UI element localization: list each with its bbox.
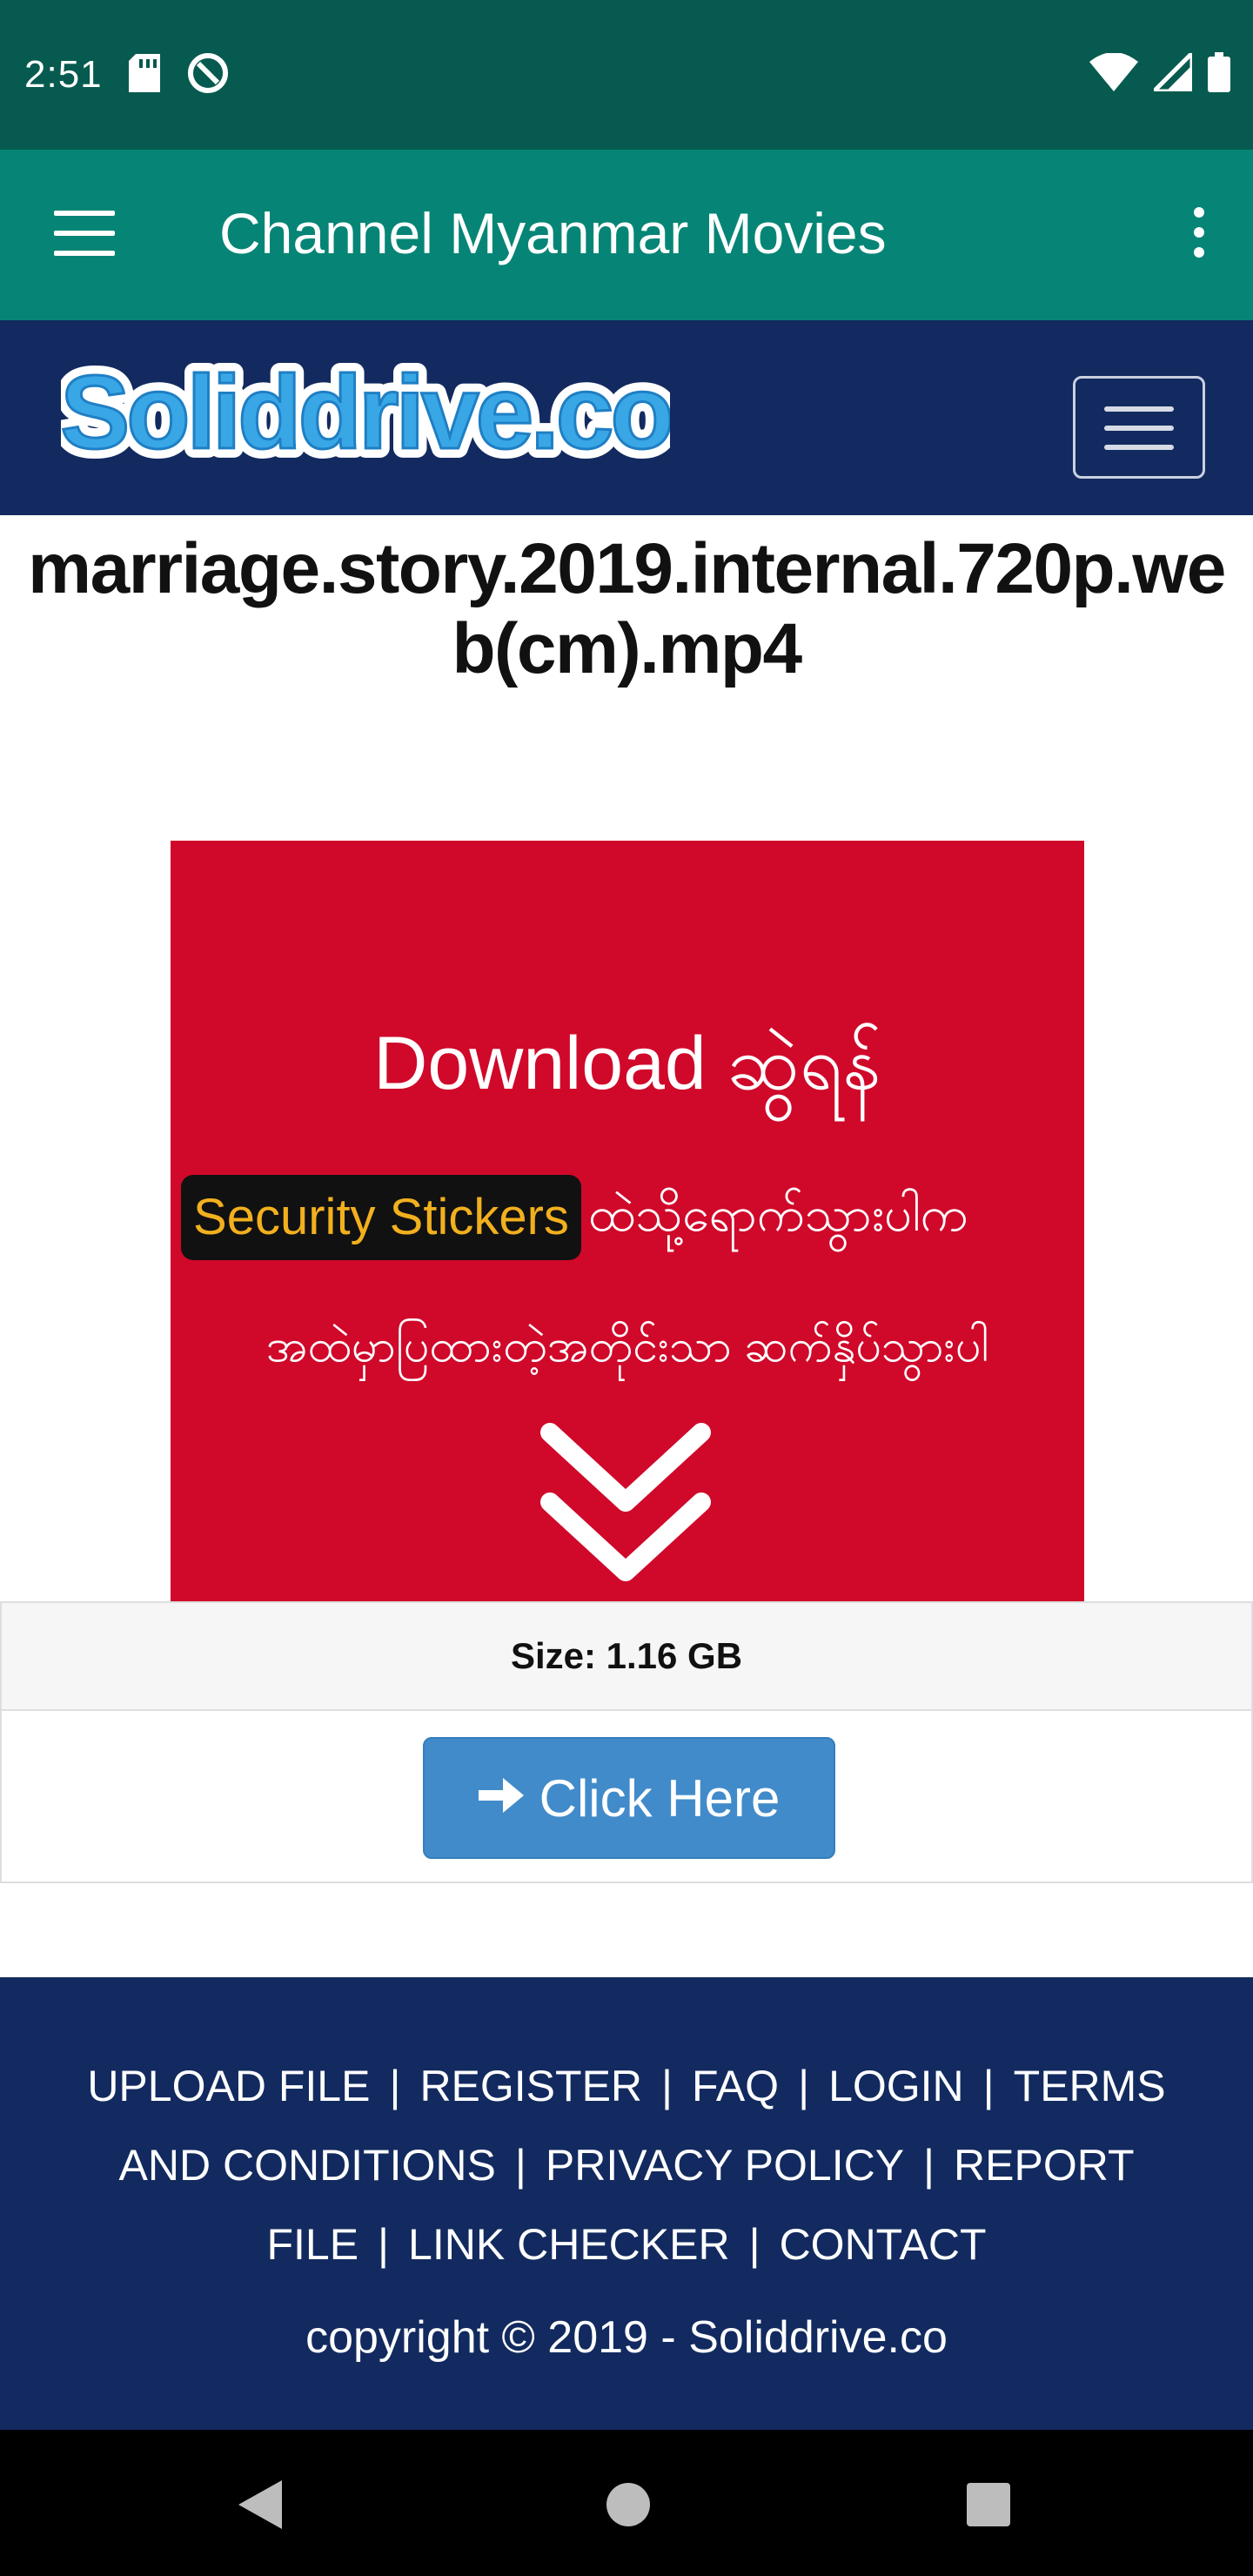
footer-link-link-checker[interactable]: LINK CHECKER: [408, 2220, 730, 2269]
click-here-button[interactable]: Click Here: [423, 1737, 835, 1859]
download-instruction-banner[interactable]: Download ဆွဲရန် Security Stickers ထဲသို့…: [171, 841, 1084, 1601]
double-chevron-down-icon: [534, 1406, 717, 1593]
site-footer: UPLOAD FILE | REGISTER | FAQ | LOGIN | TERMS AND…: [0, 1977, 1253, 2430]
footer-link-faq[interactable]: FAQ: [692, 2062, 779, 2110]
footer-link-login[interactable]: LOGIN: [828, 2062, 964, 2110]
site-logo[interactable]: Soliddrive.co Soliddrive.co: [50, 345, 684, 483]
site-nav-toggle-button[interactable]: [1073, 376, 1205, 479]
file-size-text: Size: 1.16 GB: [510, 1635, 743, 1676]
sd-card-icon: [128, 53, 160, 97]
page: 2:51 Channel Myanmar Movies Soliddrive.c…: [0, 0, 1253, 2576]
app-bar: Channel Myanmar Movies: [0, 150, 1253, 320]
footer-link-register[interactable]: REGISTER: [419, 2062, 642, 2110]
status-time: 2:51: [24, 53, 103, 96]
back-icon[interactable]: [237, 2479, 285, 2535]
banner-instruction-line-2: ထဲသို့ရောက်သွားပါက: [588, 1186, 968, 1241]
system-navigation-bar: [0, 2430, 1253, 2576]
app-title: Channel Myanmar Movies: [219, 201, 887, 265]
file-size-row: Size: 1.16 GB: [0, 1601, 1253, 1711]
overflow-menu-icon[interactable]: [1190, 207, 1208, 268]
status-bar: 2:51: [0, 0, 1253, 150]
footer-links: UPLOAD FILE | REGISTER | FAQ | LOGIN | TERMS AND…: [87, 2062, 1166, 2269]
arrow-right-icon: [478, 1768, 524, 1828]
footer-link-privacy-policy[interactable]: PRIVACY POLICY: [546, 2141, 904, 2190]
download-button-row: Click Here: [0, 1711, 1253, 1883]
svg-text:Soliddrive.co: Soliddrive.co: [61, 357, 670, 471]
data-saver-icon: [186, 51, 230, 99]
file-name-heading: marriage.story.2019.internal.720p.web(cm…: [28, 529, 1226, 688]
battery-icon: [1208, 52, 1230, 97]
copyright-text: copyright © 2019 - Soliddrive.co: [305, 2312, 948, 2363]
signal-icon: [1148, 47, 1195, 96]
home-icon[interactable]: [604, 2479, 653, 2535]
banner-heading: Download ဆွဲရန်: [373, 1022, 881, 1105]
banner-instruction-line-3: အထဲမှာပြထားတဲ့အတိုင်းသာ ဆက်နှိပ်သွားပါ: [265, 1321, 989, 1372]
status-right: [1089, 47, 1230, 97]
security-stickers-badge: Security Stickers: [181, 1175, 581, 1260]
wifi-icon: [1089, 52, 1138, 96]
recents-icon[interactable]: [964, 2479, 1013, 2535]
click-here-label: Click Here: [539, 1768, 781, 1828]
site-header: Soliddrive.co Soliddrive.co: [0, 320, 1253, 515]
footer-link-upload-file[interactable]: UPLOAD FILE: [87, 2062, 370, 2110]
hamburger-menu-icon[interactable]: [54, 211, 115, 259]
footer-link-contact[interactable]: CONTACT: [780, 2220, 987, 2269]
